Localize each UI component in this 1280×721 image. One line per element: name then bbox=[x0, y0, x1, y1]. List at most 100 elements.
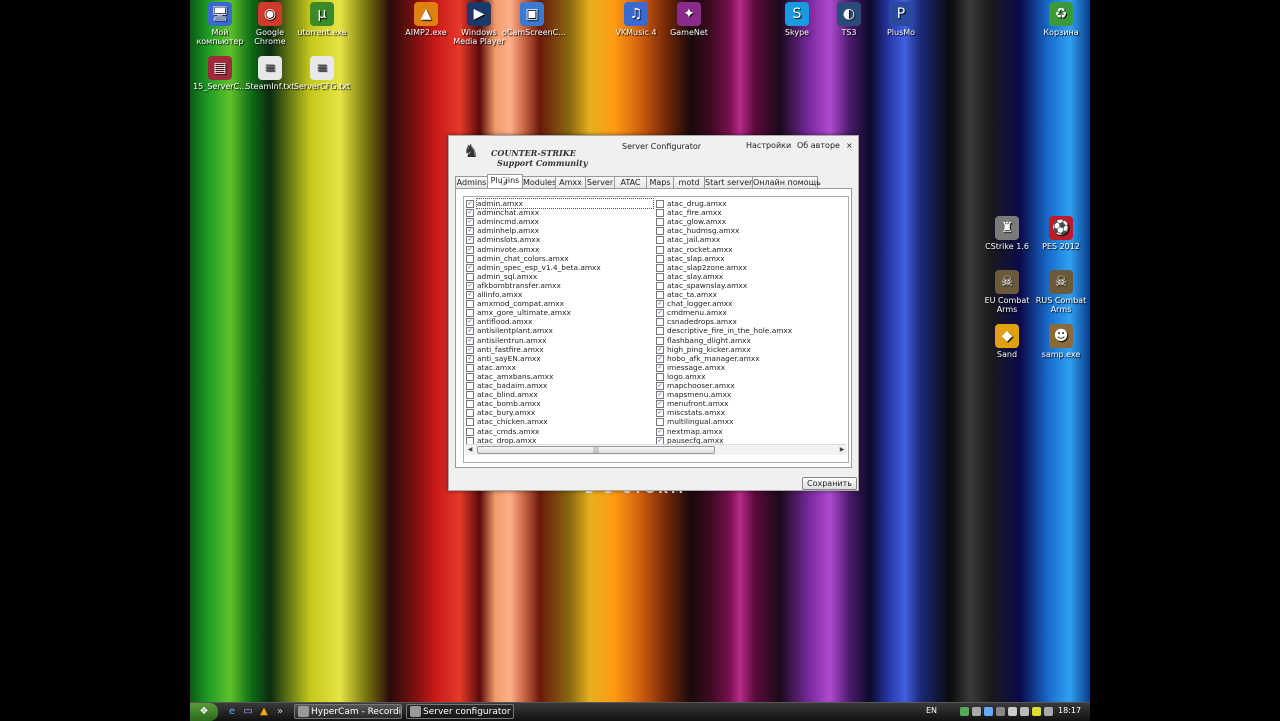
scroll-left-icon[interactable]: ◀ bbox=[465, 445, 475, 455]
desktop-icon-utorrent-exe[interactable]: µ utorrent.exe bbox=[292, 2, 352, 37]
tray-icon-2[interactable] bbox=[972, 707, 981, 716]
desktop-icon-skype[interactable]: S Skype bbox=[767, 2, 827, 37]
checkbox-checked[interactable]: ✓ bbox=[466, 209, 474, 218]
checkbox-unchecked[interactable] bbox=[656, 327, 664, 336]
checkbox-unchecked[interactable] bbox=[656, 291, 664, 299]
checkbox-checked[interactable]: ✓ bbox=[656, 400, 664, 409]
horizontal-scrollbar[interactable]: ◀ ||| ▶ bbox=[465, 444, 847, 455]
checkbox-unchecked[interactable] bbox=[656, 372, 664, 381]
checkbox-checked[interactable]: ✓ bbox=[656, 363, 664, 372]
checkbox-checked[interactable]: ✓ bbox=[656, 300, 664, 309]
checkbox-unchecked[interactable] bbox=[466, 363, 474, 372]
save-button[interactable]: Сохранить bbox=[802, 477, 857, 490]
checkbox-unchecked[interactable] bbox=[656, 418, 664, 427]
desktop-icon-ts3[interactable]: ◐ TS3 bbox=[819, 2, 879, 37]
checkbox-checked[interactable]: ✓ bbox=[466, 200, 474, 208]
desktop-icon-plusmo[interactable]: P PlusMo bbox=[871, 2, 931, 37]
scroll-thumb[interactable]: ||| bbox=[477, 446, 715, 454]
plugins-list[interactable]: ✓ admin.amxx ✓ adminchat.amxx ✓ admincmd.amxx… bbox=[463, 196, 849, 463]
checkbox-checked[interactable]: ✓ bbox=[466, 263, 474, 272]
checkbox-unchecked[interactable] bbox=[466, 427, 474, 436]
checkbox-unchecked[interactable] bbox=[656, 227, 664, 236]
aimp-quicklaunch-icon[interactable]: ▲ bbox=[258, 706, 270, 718]
tray-icon-5[interactable] bbox=[1008, 707, 1017, 716]
plugin-name: atac_ta.amxx bbox=[667, 290, 717, 299]
checkbox-unchecked[interactable] bbox=[466, 254, 474, 263]
checkbox-checked[interactable]: ✓ bbox=[466, 345, 474, 354]
checkbox-unchecked[interactable] bbox=[466, 300, 474, 309]
close-icon[interactable]: × bbox=[846, 141, 853, 150]
checkbox-unchecked[interactable] bbox=[656, 236, 664, 245]
checkbox-unchecked[interactable] bbox=[656, 209, 664, 218]
volume-icon[interactable] bbox=[1044, 707, 1053, 716]
clock: 18:17 bbox=[1058, 706, 1082, 715]
network-icon[interactable] bbox=[1020, 707, 1029, 716]
checkbox-unchecked[interactable] bbox=[656, 318, 664, 327]
desktop-icon-корзина[interactable]: ♻ Корзина bbox=[1031, 2, 1091, 37]
checkbox-checked[interactable]: ✓ bbox=[656, 391, 664, 400]
checkbox-checked[interactable]: ✓ bbox=[466, 245, 474, 254]
checkbox-checked[interactable]: ✓ bbox=[656, 309, 664, 318]
checkbox-unchecked[interactable] bbox=[656, 272, 664, 281]
desktop-icon-label: TS3 bbox=[841, 28, 857, 37]
checkbox-unchecked[interactable] bbox=[466, 309, 474, 318]
checkbox-checked[interactable]: ✓ bbox=[466, 318, 474, 327]
checkbox-unchecked[interactable] bbox=[656, 336, 664, 345]
menu-about[interactable]: Об авторе bbox=[797, 141, 840, 150]
checkbox-unchecked[interactable] bbox=[656, 245, 664, 254]
desktop-icon-gamenet[interactable]: ✦ GameNet bbox=[659, 2, 719, 37]
checkbox-checked[interactable]: ✓ bbox=[466, 336, 474, 345]
tray-icon-3[interactable] bbox=[984, 707, 993, 716]
desktop-icon-google-chrome[interactable]: ◉ Google Chrome bbox=[240, 2, 300, 46]
start-button[interactable]: ❖ bbox=[190, 703, 218, 721]
desktop-icon-pes-2012[interactable]: ⚽ PES 2012 bbox=[1031, 216, 1091, 251]
tray-icon-1[interactable] bbox=[960, 707, 969, 716]
checkbox-unchecked[interactable] bbox=[466, 372, 474, 381]
show-desktop-icon[interactable]: ▭ bbox=[242, 706, 254, 718]
checkbox-unchecked[interactable] bbox=[466, 272, 474, 281]
checkbox-unchecked[interactable] bbox=[466, 418, 474, 427]
checkbox-unchecked[interactable] bbox=[656, 254, 664, 263]
desktop-icon-steaminf-txt[interactable]: ≡ SteamInf.txt bbox=[240, 56, 300, 91]
desktop-icon-eu-combat-arms[interactable]: ☠ EU Combat Arms bbox=[977, 270, 1037, 314]
checkbox-unchecked[interactable] bbox=[466, 382, 474, 390]
app-icon: ▣ bbox=[520, 2, 544, 26]
language-indicator[interactable]: EN bbox=[926, 706, 937, 715]
checkbox-unchecked[interactable] bbox=[466, 391, 474, 400]
checkbox-checked[interactable]: ✓ bbox=[466, 354, 474, 363]
desktop-icon-samp-exe[interactable]: ☻ samp.exe bbox=[1031, 324, 1091, 359]
checkbox-checked[interactable]: ✓ bbox=[466, 236, 474, 245]
desktop-icon-windows-media-player[interactable]: ▶ Windows Media Player bbox=[449, 2, 509, 46]
scroll-right-icon[interactable]: ▶ bbox=[837, 445, 847, 455]
checkbox-checked[interactable]: ✓ bbox=[656, 354, 664, 363]
checkbox-checked[interactable]: ✓ bbox=[466, 281, 474, 290]
expand-quicklaunch-icon[interactable]: » bbox=[274, 706, 286, 718]
menu-settings[interactable]: Настройки bbox=[746, 141, 791, 150]
desktop-icon-aimp2-exe[interactable]: ▲ AIMP2.exe bbox=[396, 2, 456, 37]
desktop-icon-sand[interactable]: ◆ Sand bbox=[977, 324, 1037, 359]
tray-icon-7[interactable] bbox=[1032, 707, 1041, 716]
checkbox-unchecked[interactable] bbox=[656, 263, 664, 272]
task-server-configurator[interactable]: Server configurator bbox=[406, 704, 514, 719]
checkbox-unchecked[interactable] bbox=[466, 400, 474, 409]
desktop-icon-rus-combat-arms[interactable]: ☠ RUS Combat Arms bbox=[1031, 270, 1091, 314]
checkbox-unchecked[interactable] bbox=[656, 200, 664, 208]
checkbox-checked[interactable]: ✓ bbox=[656, 345, 664, 354]
desktop-icon-ocamscreenc[interactable]: ▣ oCamScreenC... bbox=[502, 2, 566, 37]
checkbox-unchecked[interactable] bbox=[466, 409, 474, 418]
checkbox-checked[interactable]: ✓ bbox=[656, 382, 664, 390]
checkbox-checked[interactable]: ✓ bbox=[466, 291, 474, 299]
checkbox-checked[interactable]: ✓ bbox=[466, 327, 474, 336]
tray-icon-4[interactable] bbox=[996, 707, 1005, 716]
task-hypercam[interactable]: HyperCam - Recording bbox=[294, 704, 402, 719]
ie-icon[interactable]: e bbox=[226, 706, 238, 718]
checkbox-unchecked[interactable] bbox=[656, 281, 664, 290]
desktop-icon-vkmusic-4[interactable]: ♫ VKMusic 4 bbox=[606, 2, 666, 37]
desktop-icon-cstrike-1-6[interactable]: ♜ CStrike 1.6 bbox=[977, 216, 1037, 251]
checkbox-checked[interactable]: ✓ bbox=[656, 427, 664, 436]
checkbox-checked[interactable]: ✓ bbox=[466, 227, 474, 236]
checkbox-checked[interactable]: ✓ bbox=[656, 409, 664, 418]
checkbox-unchecked[interactable] bbox=[656, 218, 664, 227]
checkbox-checked[interactable]: ✓ bbox=[466, 218, 474, 227]
desktop-icon-servercfg-txt[interactable]: ≡ ServerCFG.txt bbox=[292, 56, 352, 91]
